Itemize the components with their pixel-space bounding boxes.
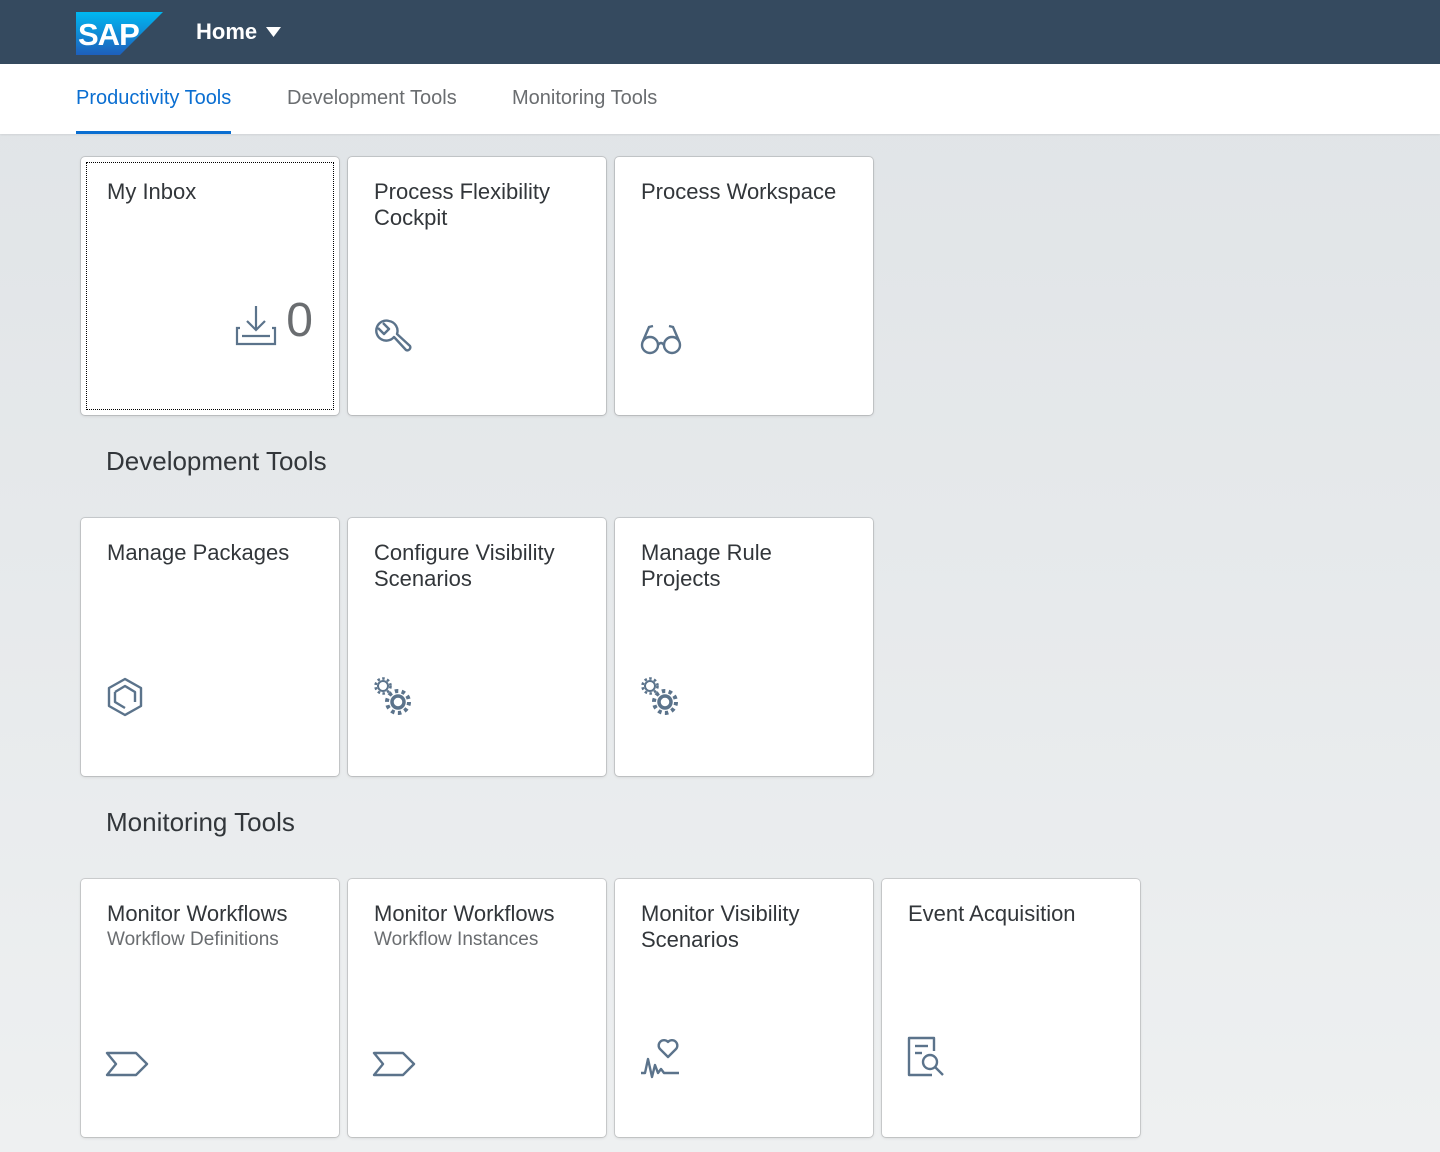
section-title-development-tools: Development Tools xyxy=(106,446,327,476)
tile-title: Monitor Workflows xyxy=(374,901,555,926)
home-menu-button[interactable]: Home xyxy=(196,18,282,46)
tile-title: Manage Packages xyxy=(107,540,290,565)
tile-title: My Inbox xyxy=(107,179,197,204)
caret-down-icon xyxy=(266,27,282,37)
tile-configure-visibility-scenarios[interactable]: Configure Visibility Scenarios xyxy=(348,518,606,776)
heart-monitor-icon xyxy=(641,1039,679,1079)
section-title-monitoring-tools: Monitoring Tools xyxy=(106,807,295,837)
inbox-count: 0 xyxy=(286,294,313,347)
svg-text:SAP: SAP xyxy=(78,17,139,52)
tile-title: Monitor Visibility Scenarios xyxy=(641,901,800,952)
tile-manage-rule-projects[interactable]: Manage Rule Projects xyxy=(615,518,873,776)
tile-process-workspace[interactable]: Process Workspace xyxy=(615,157,873,415)
tile-my-inbox[interactable]: My Inbox 0 xyxy=(81,157,339,415)
tile-subtitle: Workflow Instances xyxy=(374,929,539,950)
kpi-indicator: 0 xyxy=(234,295,313,347)
glasses-icon xyxy=(640,324,682,355)
home-menu-label: Home xyxy=(196,19,258,44)
anchor-tab-bar: Productivity Tools Development Tools Mon… xyxy=(0,64,1440,134)
wrench-icon xyxy=(375,319,412,352)
gears-icon xyxy=(641,677,678,715)
tile-title: Monitor Workflows xyxy=(107,901,288,926)
gears-icon xyxy=(374,677,411,715)
shell-bar: SAP Home xyxy=(0,0,1440,64)
tile-subtitle: Workflow Definitions xyxy=(107,929,279,950)
tile-monitor-workflows-instances[interactable]: Monitor Workflows Workflow Instances xyxy=(348,879,606,1137)
sap-logo[interactable]: SAP xyxy=(76,12,163,55)
tile-title: Event Acquisition xyxy=(908,901,1076,926)
tile-manage-packages[interactable]: Manage Packages xyxy=(81,518,339,776)
process-tag-icon xyxy=(105,1051,149,1077)
tile-title: Process Workspace xyxy=(641,179,837,204)
tile-title: Process Flexibility Cockpit xyxy=(374,179,551,230)
tile-monitor-workflows-definitions[interactable]: Monitor Workflows Workflow Definitions xyxy=(81,879,339,1137)
package-icon xyxy=(107,677,143,717)
inbox-download-icon xyxy=(236,306,277,346)
tile-title: Manage Rule Projects xyxy=(641,540,772,591)
tab-productivity-tools[interactable]: Productivity Tools xyxy=(76,64,232,134)
tab-development-tools[interactable]: Development Tools xyxy=(287,64,457,134)
tab-monitoring-tools[interactable]: Monitoring Tools xyxy=(512,64,657,134)
document-search-icon xyxy=(907,1036,944,1077)
tile-title: Configure Visibility Scenarios xyxy=(374,540,555,591)
tile-event-acquisition[interactable]: Event Acquisition xyxy=(882,879,1140,1137)
process-tag-icon xyxy=(372,1051,416,1077)
tile-monitor-visibility-scenarios[interactable]: Monitor Visibility Scenarios xyxy=(615,879,873,1137)
tile-process-flexibility-cockpit[interactable]: Process Flexibility Cockpit xyxy=(348,157,606,415)
